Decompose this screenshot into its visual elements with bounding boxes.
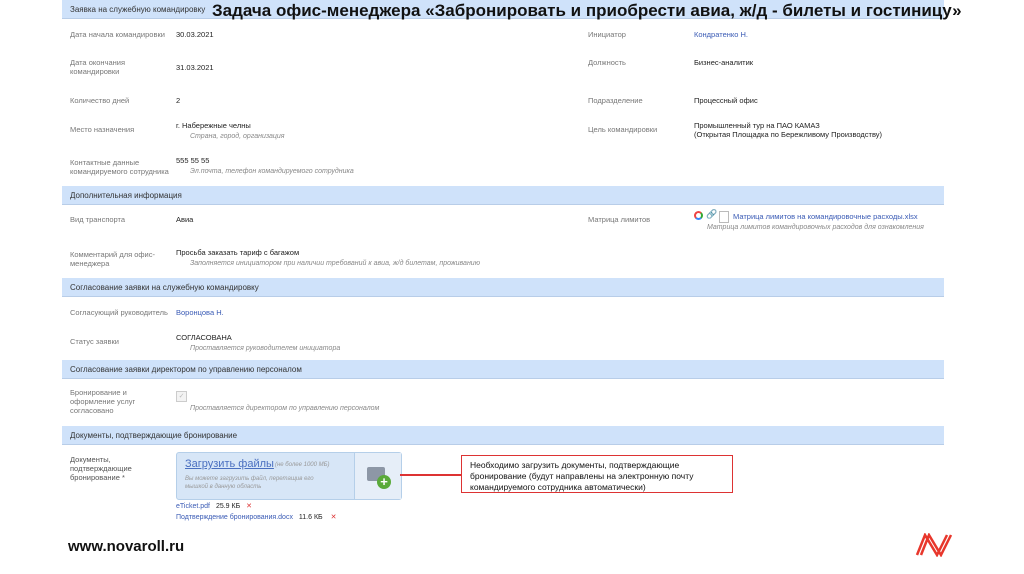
label-contacts: Контактные данные командируемого сотрудн… xyxy=(70,158,169,176)
upload-files-link[interactable]: Загрузить файлы xyxy=(185,458,274,470)
label-purpose: Цель командировки xyxy=(588,125,658,134)
contacts: 555 55 55 xyxy=(176,156,210,165)
section-header-hr: Согласование заявки директором по управл… xyxy=(62,360,944,379)
file-icon xyxy=(719,211,729,223)
upload-dropzone[interactable]: Загрузить файлы (не более 1000 МБ) Вы мо… xyxy=(176,452,402,500)
label-days: Количество дней xyxy=(70,96,130,105)
file-size: 25.9 КБ xyxy=(215,503,241,510)
file-size: 11.6 КБ xyxy=(298,514,323,521)
file-link[interactable]: Подтверждение бронирования.docx xyxy=(176,514,293,521)
link-icon[interactable]: 🔗 xyxy=(706,209,717,220)
hr-approved-checkbox[interactable]: ✓ xyxy=(176,391,187,402)
label-docs: Документы, подтверждающие бронирование * xyxy=(70,455,132,482)
purpose: Промышленный тур на ПАО КАМАЗ xyxy=(694,121,820,130)
destination: г. Набережные челны xyxy=(176,121,251,130)
plus-icon: + xyxy=(377,475,391,489)
matrix-file-link[interactable]: Матрица лимитов на командировочные расхо… xyxy=(733,212,918,221)
purpose-detail: (Открытая Площадка по Бережливому Произв… xyxy=(694,130,883,139)
label-department: Подразделение xyxy=(588,96,643,105)
callout-connector xyxy=(400,474,461,476)
label-position: Должность xyxy=(588,58,626,67)
section-header-additional: Дополнительная информация xyxy=(62,186,944,205)
manager-link[interactable]: Воронцова Н. xyxy=(176,308,224,317)
comment-hint: Заполняется инициатором при наличии треб… xyxy=(190,260,480,267)
comment: Просьба заказать тариф с багажом xyxy=(176,248,300,257)
position: Бизнес-аналитик xyxy=(694,58,754,67)
section-header-approval: Согласование заявки на служебную команди… xyxy=(62,278,944,297)
hr-hint: Проставляется директором по управлению п… xyxy=(190,405,380,412)
file-item: Подтверждение бронирования.docx 11.6 КБ … xyxy=(176,513,336,521)
end-date: 31.03.2021 xyxy=(176,63,214,72)
section-header-docs: Документы, подтверждающие бронирование xyxy=(62,426,944,445)
add-file-button[interactable]: + xyxy=(354,453,401,499)
destination-hint: Страна, город, организация xyxy=(190,133,285,140)
department: Процесcный офис xyxy=(694,96,758,105)
status-hint: Проставляется руководителем инициатора xyxy=(190,345,341,352)
label-matrix: Матрица лимитов xyxy=(588,215,651,224)
label-destination: Место назначения xyxy=(70,125,135,134)
start-date: 30.03.2021 xyxy=(176,30,214,39)
days-count: 2 xyxy=(176,96,181,105)
matrix-hint: Матрица лимитов командировочных расходов… xyxy=(707,224,924,231)
label-initiator: Инициатор xyxy=(588,30,626,39)
label-end-date: Дата окончания командировки xyxy=(70,58,126,76)
file-item: eTicket.pdf 25.9 КБ ✕ xyxy=(176,502,252,510)
remove-file-icon[interactable]: ✕ xyxy=(331,514,337,521)
label-status: Статус заявки xyxy=(70,337,119,346)
label-transport: Вид транспорта xyxy=(70,215,126,224)
label-comment: Комментарий для офис-менеджера xyxy=(70,250,155,268)
transport: Авиа xyxy=(176,215,194,224)
google-icon[interactable] xyxy=(694,211,703,220)
contacts-hint: Эл.почта, телефон командируемого сотрудн… xyxy=(190,168,354,175)
initiator-link[interactable]: Кондратенко Н. xyxy=(694,30,748,39)
label-manager: Согласующий руководитель xyxy=(70,308,168,317)
upload-limit: (не более 1000 МБ) xyxy=(275,462,330,468)
footer-site: www.novaroll.ru xyxy=(68,538,185,555)
label-start-date: Дата начала командировки xyxy=(70,30,165,39)
status-value: СОГЛАСОВАНА xyxy=(176,333,232,342)
page-title: Задача офис-менеджера «Забронировать и п… xyxy=(212,1,962,20)
upload-hint: Вы можете загрузить файл, перетащив его … xyxy=(185,476,314,490)
callout-note: Необходимо загрузить документы, подтверж… xyxy=(461,455,733,493)
novaroll-logo xyxy=(915,533,953,557)
remove-file-icon[interactable]: ✕ xyxy=(246,503,252,510)
file-link[interactable]: eTicket.pdf xyxy=(176,503,210,510)
label-hr-approved: Бронирование и оформление услуг согласов… xyxy=(70,388,136,415)
